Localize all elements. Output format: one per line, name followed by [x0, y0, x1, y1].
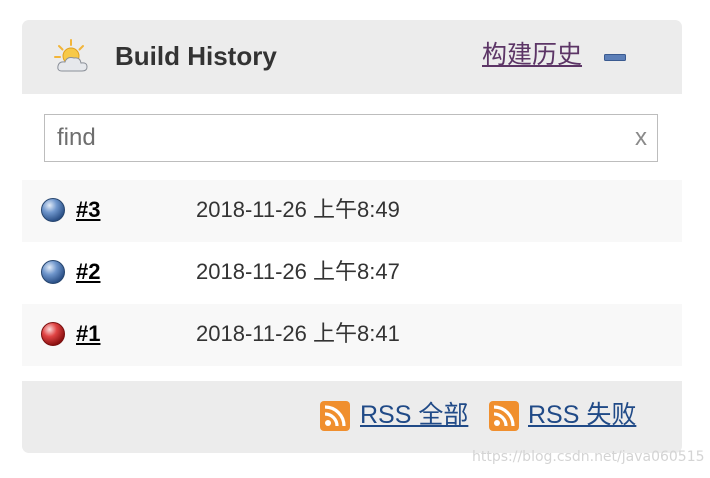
panel-title: Build History: [115, 41, 277, 71]
build-number-link[interactable]: #3: [76, 195, 100, 225]
search-field: x: [44, 114, 658, 162]
rss-feed-icon[interactable]: [320, 401, 350, 431]
red-ball-icon: [41, 322, 65, 346]
build-number-link[interactable]: #2: [76, 257, 100, 287]
build-history-panel: Build History 构建历史 x #3 2018-11-26 上午8:4…: [22, 20, 682, 453]
build-row: #3 2018-11-26 上午8:49: [22, 180, 682, 242]
sunny-cloudy-icon: [54, 39, 88, 72]
build-number-link[interactable]: #1: [76, 319, 100, 349]
panel-footer: RSS 全部 RSS 失败: [22, 381, 682, 453]
build-row: #2 2018-11-26 上午8:47: [22, 242, 682, 304]
search-input[interactable]: [57, 123, 617, 153]
panel-header: Build History 构建历史: [22, 20, 682, 94]
clear-search-button[interactable]: x: [635, 123, 647, 153]
blue-ball-icon: [41, 198, 65, 222]
build-timestamp: 2018-11-26 上午8:49: [196, 197, 400, 222]
minus-icon[interactable]: [604, 54, 626, 62]
rss-all-link[interactable]: RSS 全部: [360, 399, 468, 431]
watermark: https://blog.csdn.net/java060515: [472, 449, 705, 465]
rss-failed-link[interactable]: RSS 失败: [528, 399, 636, 431]
build-row: #1 2018-11-26 上午8:41: [22, 304, 682, 366]
build-history-link[interactable]: 构建历史: [482, 39, 582, 71]
build-timestamp: 2018-11-26 上午8:41: [196, 321, 400, 346]
rss-feed-icon[interactable]: [489, 401, 519, 431]
build-timestamp: 2018-11-26 上午8:47: [196, 259, 400, 284]
blue-ball-icon: [41, 260, 65, 284]
